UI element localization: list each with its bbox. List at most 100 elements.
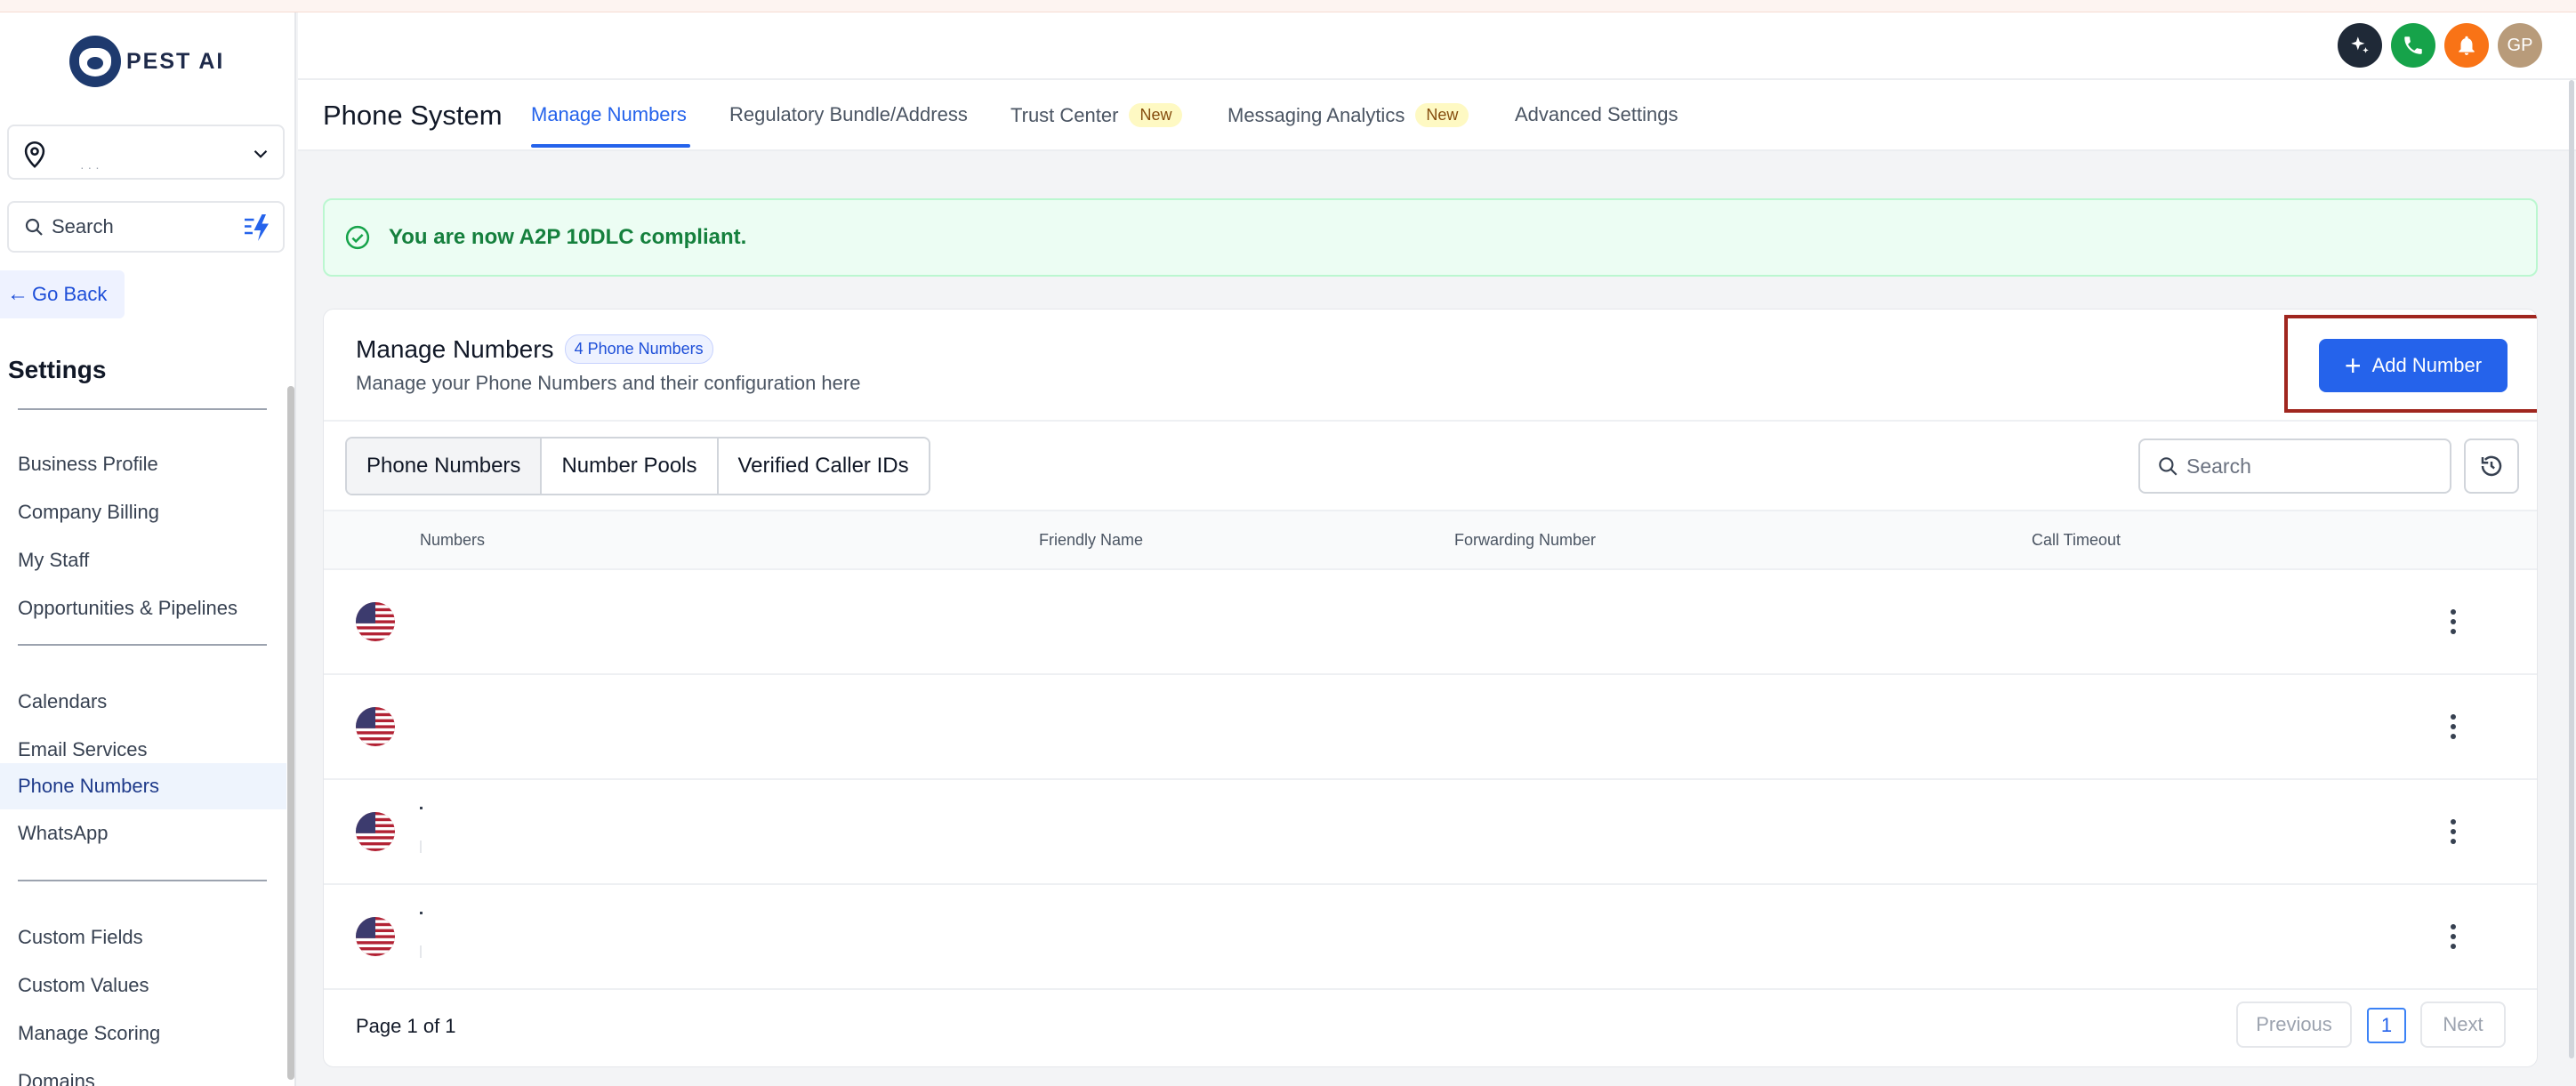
search-icon bbox=[25, 218, 43, 236]
go-back-label: Go Back bbox=[32, 283, 108, 305]
tab-regulatory-bundle[interactable]: Regulatory Bundle/Address bbox=[729, 103, 968, 126]
redacted-number-mark bbox=[420, 912, 423, 914]
sidebar-item-whatsapp[interactable]: WhatsApp bbox=[0, 810, 286, 857]
new-badge: New bbox=[1129, 103, 1183, 127]
sidebar-item-phone-numbers[interactable]: Phone Numbers bbox=[0, 763, 286, 809]
segment-phone-numbers[interactable]: Phone Numbers bbox=[347, 438, 543, 494]
phone-dialer-button[interactable] bbox=[2391, 23, 2435, 68]
card-divider bbox=[324, 420, 2537, 422]
row-actions-kebab-icon[interactable] bbox=[2441, 606, 2466, 638]
tab-trust-center[interactable]: Trust Center New bbox=[1010, 103, 1183, 127]
brand-name: PEST AI bbox=[126, 48, 225, 74]
arrow-left-icon: ← bbox=[7, 282, 28, 306]
column-forwarding-number[interactable]: Forwarding Number bbox=[1454, 531, 1596, 550]
page-title: Phone System bbox=[323, 100, 503, 131]
tab-advanced-settings[interactable]: Advanced Settings bbox=[1515, 103, 1678, 126]
compliance-alert: You are now A2P 10DLC compliant. bbox=[323, 198, 2538, 277]
table-row[interactable] bbox=[324, 780, 2537, 885]
sidebar-divider bbox=[18, 644, 267, 646]
go-back-button[interactable]: ← Go Back bbox=[0, 270, 125, 318]
sidebar-item-opportunities-pipelines[interactable]: Opportunities & Pipelines bbox=[0, 585, 286, 631]
brand-logo[interactable]: PEST AI bbox=[69, 36, 224, 87]
page-number-button[interactable]: 1 bbox=[2367, 1008, 2406, 1043]
us-flag-icon bbox=[356, 602, 395, 641]
sidebar-item-custom-fields[interactable]: Custom Fields bbox=[0, 914, 286, 961]
add-number-button[interactable]: + Add Number bbox=[2319, 339, 2508, 392]
search-placeholder: Search bbox=[2186, 454, 2251, 478]
tab-manage-numbers[interactable]: Manage Numbers bbox=[531, 103, 687, 126]
tab-messaging-analytics[interactable]: Messaging Analytics New bbox=[1228, 103, 1469, 127]
sidebar-item-calendars[interactable]: Calendars bbox=[0, 679, 286, 725]
refresh-button[interactable] bbox=[2464, 438, 2519, 494]
table-row[interactable] bbox=[324, 675, 2537, 780]
segment-verified-caller-ids[interactable]: Verified Caller IDs bbox=[718, 438, 929, 494]
number-type-segmented-control: Phone Numbers Number Pools Verified Call… bbox=[345, 437, 930, 495]
sidebar-item-manage-scoring[interactable]: Manage Scoring bbox=[0, 1010, 286, 1057]
top-strip bbox=[0, 0, 2576, 12]
sidebar-item-business-profile[interactable]: Business Profile bbox=[0, 441, 286, 487]
page-scrollbar[interactable] bbox=[2569, 80, 2574, 1058]
table-row[interactable] bbox=[324, 570, 2537, 675]
redacted-number-mark bbox=[420, 945, 422, 958]
us-flag-icon bbox=[356, 812, 395, 851]
ai-assistant-button[interactable] bbox=[2338, 23, 2382, 68]
card-title: Manage Numbers bbox=[356, 334, 554, 363]
map-pin-icon bbox=[24, 141, 45, 168]
tab-label: Trust Center bbox=[1010, 103, 1119, 126]
refresh-icon bbox=[2481, 455, 2502, 477]
sparkles-icon bbox=[2351, 36, 2369, 53]
column-call-timeout[interactable]: Call Timeout bbox=[2032, 531, 2121, 550]
top-header: GP bbox=[298, 12, 2576, 80]
column-numbers[interactable]: Numbers bbox=[420, 531, 485, 550]
table-header: Numbers Friendly Name Forwarding Number … bbox=[324, 510, 2537, 570]
us-flag-icon bbox=[356, 707, 395, 746]
brand-logo-icon bbox=[69, 36, 121, 87]
tab-label: Regulatory Bundle/Address bbox=[729, 103, 968, 125]
column-friendly-name[interactable]: Friendly Name bbox=[1039, 531, 1143, 550]
phone-icon bbox=[2404, 36, 2422, 54]
us-flag-icon bbox=[356, 917, 395, 956]
row-actions-kebab-icon[interactable] bbox=[2441, 816, 2466, 848]
segment-number-pools[interactable]: Number Pools bbox=[542, 438, 719, 494]
row-actions-kebab-icon[interactable] bbox=[2441, 711, 2466, 743]
sidebar: PEST AI · · · Search ← Go Back Settings … bbox=[0, 12, 296, 1086]
alert-message: You are now A2P 10DLC compliant. bbox=[389, 225, 747, 249]
chevron-down-icon bbox=[254, 149, 268, 158]
sidebar-item-company-billing[interactable]: Company Billing bbox=[0, 489, 286, 535]
phone-system-nav: Phone System Manage Numbers Regulatory B… bbox=[298, 80, 2576, 151]
sidebar-search-label: Search bbox=[52, 215, 114, 237]
redacted-number-mark bbox=[420, 807, 423, 809]
table-row[interactable] bbox=[324, 885, 2537, 990]
next-page-button[interactable]: Next bbox=[2420, 1002, 2506, 1048]
tab-label: Messaging Analytics bbox=[1228, 103, 1405, 126]
sidebar-item-my-staff[interactable]: My Staff bbox=[0, 537, 286, 583]
location-name-redacted: · · · bbox=[80, 160, 100, 174]
tab-label: Advanced Settings bbox=[1515, 103, 1678, 125]
settings-title: Settings bbox=[8, 356, 107, 383]
sidebar-scrollbar[interactable] bbox=[287, 386, 294, 1080]
check-circle-icon bbox=[345, 225, 370, 250]
search-icon bbox=[2159, 457, 2178, 476]
quick-actions-bolt-icon[interactable] bbox=[242, 212, 274, 244]
user-avatar[interactable]: GP bbox=[2498, 23, 2542, 68]
notifications-button[interactable] bbox=[2444, 23, 2489, 68]
previous-page-button[interactable]: Previous bbox=[2236, 1002, 2352, 1048]
sidebar-search[interactable]: Search bbox=[7, 201, 285, 253]
table-search-input[interactable]: Search bbox=[2138, 438, 2451, 494]
plus-icon: + bbox=[2344, 350, 2362, 382]
manage-numbers-card: Manage Numbers 4 Phone Numbers Manage yo… bbox=[323, 309, 2538, 1067]
add-number-label: Add Number bbox=[2371, 354, 2483, 376]
row-actions-kebab-icon[interactable] bbox=[2441, 921, 2466, 953]
pagination-summary: Page 1 of 1 bbox=[356, 1015, 456, 1037]
redacted-number-mark bbox=[420, 841, 422, 853]
sidebar-divider bbox=[18, 408, 267, 410]
sidebar-divider bbox=[18, 880, 267, 881]
tab-label: Manage Numbers bbox=[531, 103, 687, 125]
card-heading: Manage Numbers 4 Phone Numbers bbox=[356, 334, 713, 364]
card-subtitle: Manage your Phone Numbers and their conf… bbox=[356, 372, 861, 394]
active-tab-indicator bbox=[531, 144, 690, 148]
sidebar-item-custom-values[interactable]: Custom Values bbox=[0, 962, 286, 1009]
location-switcher[interactable]: · · · bbox=[7, 125, 285, 180]
sidebar-item-domains[interactable]: Domains bbox=[0, 1058, 286, 1086]
phone-count-badge: 4 Phone Numbers bbox=[564, 334, 713, 364]
